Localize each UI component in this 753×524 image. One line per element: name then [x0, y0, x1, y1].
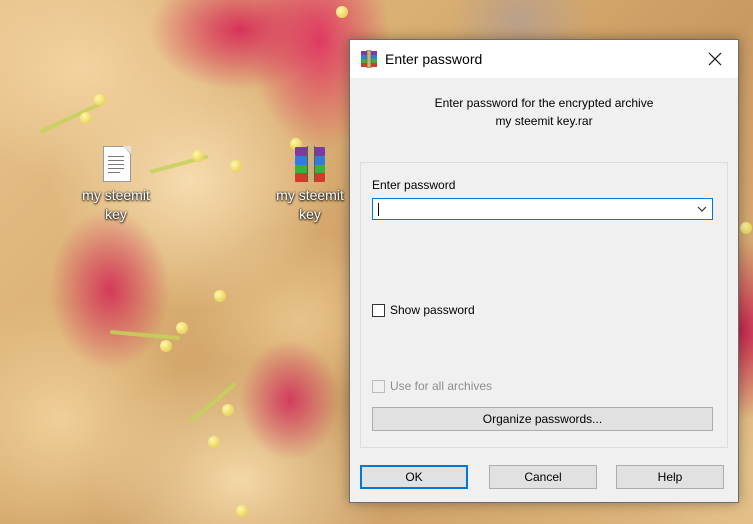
text-caret — [378, 203, 379, 216]
desktop-icon-rar-archive[interactable]: my steemit key — [268, 146, 352, 224]
chevron-down-icon[interactable] — [696, 203, 708, 215]
close-button[interactable] — [692, 40, 738, 78]
close-icon — [708, 52, 722, 66]
info-line-1: Enter password for the encrypted archive — [434, 96, 654, 110]
password-label: Enter password — [372, 178, 456, 192]
dialog-info: Enter password for the encrypted archive… — [350, 94, 738, 130]
dialog-title: Enter password — [385, 51, 483, 67]
use-for-all-label: Use for all archives — [390, 379, 493, 393]
show-password-checkbox[interactable] — [372, 303, 385, 317]
dialog-titlebar[interactable]: Enter password — [350, 40, 738, 78]
winrar-archive-icon — [292, 146, 328, 182]
desktop-icon-label: my steemit key — [276, 187, 344, 222]
password-combo[interactable] — [372, 198, 713, 220]
password-group: Enter password Show password Use for all… — [360, 162, 728, 448]
archive-name: my steemit key.rar — [495, 114, 593, 128]
ok-button[interactable]: OK — [360, 465, 468, 489]
organize-passwords-button[interactable]: Organize passwords... — [372, 407, 713, 431]
use-for-all-row: Use for all archives — [372, 379, 492, 393]
use-for-all-checkbox — [372, 379, 385, 393]
help-button[interactable]: Help — [616, 465, 724, 489]
show-password-label[interactable]: Show password — [390, 303, 475, 317]
enter-password-dialog: Enter password Enter password for the en… — [349, 39, 739, 503]
text-file-icon — [98, 146, 134, 182]
show-password-row[interactable]: Show password — [372, 303, 475, 317]
winrar-app-icon — [361, 50, 377, 68]
desktop-icon-label: my steemit key — [82, 187, 150, 222]
desktop-icon-text-file[interactable]: my steemit key — [74, 146, 158, 224]
password-input[interactable] — [377, 201, 687, 217]
cancel-button[interactable]: Cancel — [489, 465, 597, 489]
